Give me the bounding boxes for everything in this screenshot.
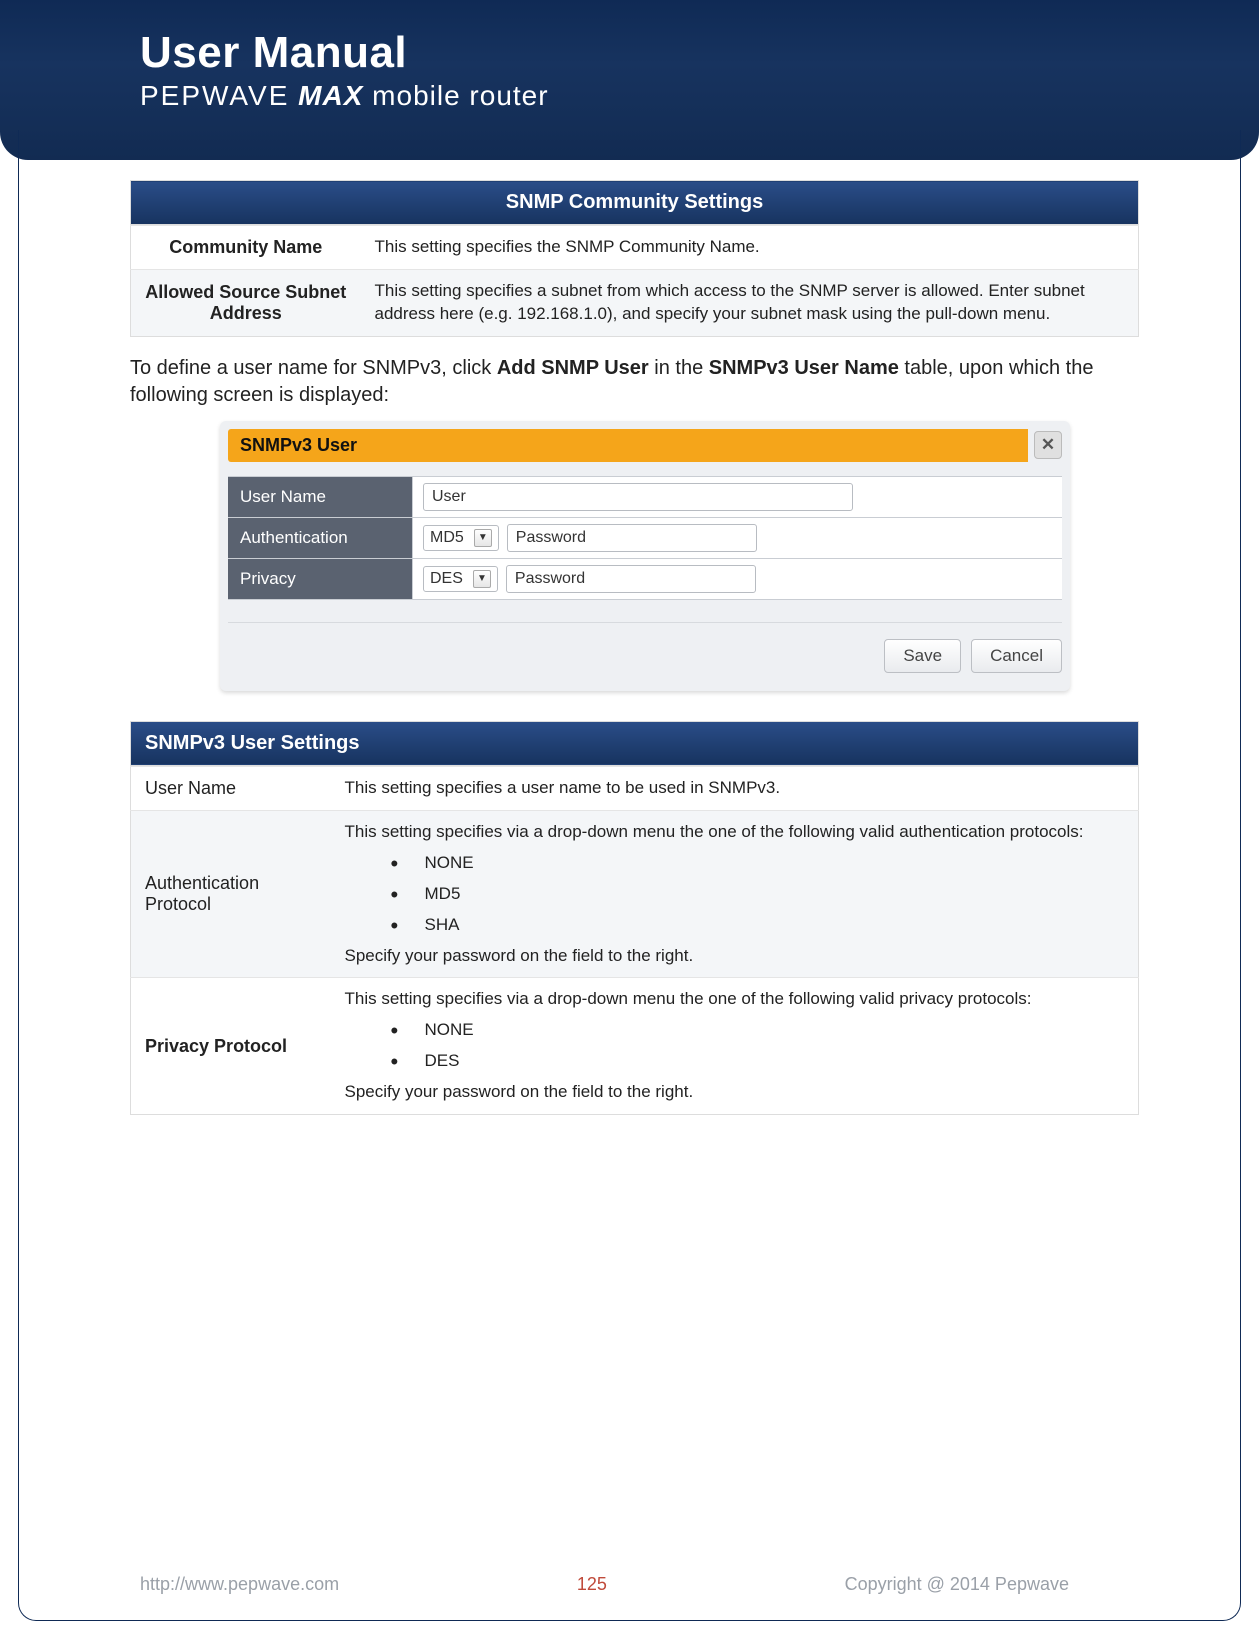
community-name-label: Community Name	[131, 226, 361, 270]
priv-protocol-outro: Specify your password on the field to th…	[345, 1081, 1125, 1104]
user-name-label: User Name	[131, 766, 331, 810]
username-input[interactable]: User	[423, 483, 853, 511]
para-bold-2: SNMPv3 User Name	[709, 357, 899, 379]
para-pre: To define a user name for SNMPv3, click	[130, 357, 497, 379]
auth-protocol-outro: Specify your password on the field to th…	[345, 945, 1125, 968]
priv-protocol-desc: This setting specifies via a drop-down m…	[331, 978, 1139, 1115]
auth-protocol-desc: This setting specifies via a drop-down m…	[331, 810, 1139, 978]
page-footer: http://www.pepwave.com 125 Copyright @ 2…	[0, 1574, 1259, 1595]
footer-url: http://www.pepwave.com	[140, 1574, 339, 1595]
list-item: MD5	[391, 879, 1125, 910]
chevron-down-icon: ▼	[473, 570, 491, 588]
close-icon[interactable]: ✕	[1034, 431, 1062, 459]
snmpv3-user-settings-table: SNMPv3 User Settings	[130, 721, 1139, 766]
footer-copyright: Copyright @ 2014 Pepwave	[845, 1574, 1069, 1595]
model-name: MAX	[298, 80, 363, 111]
save-button[interactable]: Save	[884, 639, 961, 673]
para-bold-1: Add SNMP User	[497, 357, 649, 379]
list-item: NONE	[391, 1015, 1125, 1046]
doc-header: User Manual PEPWAVE MAX mobile router	[0, 0, 1259, 160]
priv-protocol-intro: This setting specifies via a drop-down m…	[345, 988, 1125, 1011]
doc-subtitle: PEPWAVE MAX mobile router	[140, 80, 1259, 112]
list-item: SHA	[391, 910, 1125, 941]
priv-row-label: Privacy	[228, 559, 413, 599]
snmpv3-user-settings-body: User Name This setting specifies a user …	[130, 766, 1139, 1115]
priv-select[interactable]: DES ▼	[423, 566, 498, 592]
username-row-label: User Name	[228, 477, 413, 517]
auth-password-input[interactable]: Password	[507, 524, 757, 552]
community-name-desc: This setting specifies the SNMP Communit…	[361, 226, 1139, 270]
community-table-title: SNMP Community Settings	[131, 181, 1139, 225]
allowed-source-desc: This setting specifies a subnet from whi…	[361, 269, 1139, 336]
allowed-source-label: Allowed Source Subnet Address	[131, 269, 361, 336]
chevron-down-icon: ▼	[474, 529, 492, 547]
brand-name: PEPWAVE	[140, 80, 289, 111]
snmp-community-settings-table: SNMP Community Settings	[130, 180, 1139, 225]
user-name-desc: This setting specifies a user name to be…	[331, 766, 1139, 810]
doc-title: User Manual	[140, 28, 1259, 78]
footer-page: 125	[577, 1574, 607, 1595]
dialog-title: SNMPv3 User	[228, 429, 1028, 462]
auth-protocol-intro: This setting specifies via a drop-down m…	[345, 821, 1125, 844]
list-item: DES	[391, 1046, 1125, 1077]
cancel-button[interactable]: Cancel	[971, 639, 1062, 673]
priv-protocol-options: NONE DES	[345, 1011, 1125, 1081]
add-snmp-user-paragraph: To define a user name for SNMPv3, click …	[130, 355, 1139, 409]
auth-select[interactable]: MD5 ▼	[423, 525, 499, 551]
list-item: NONE	[391, 848, 1125, 879]
para-mid: in the	[649, 357, 709, 379]
user-settings-title: SNMPv3 User Settings	[131, 721, 1139, 765]
auth-protocol-options: NONE MD5 SHA	[345, 844, 1125, 945]
auth-select-value: MD5	[430, 529, 464, 547]
snmpv3-user-dialog: SNMPv3 User ✕ User Name User Authenticat…	[220, 421, 1070, 691]
priv-select-value: DES	[430, 570, 463, 588]
priv-protocol-label: Privacy Protocol	[131, 978, 331, 1115]
auth-row-label: Authentication	[228, 518, 413, 558]
snmp-community-settings-body: Community Name This setting specifies th…	[130, 225, 1139, 337]
product-name: mobile router	[372, 80, 548, 111]
priv-password-input[interactable]: Password	[506, 565, 756, 593]
auth-protocol-label: Authentication Protocol	[131, 810, 331, 978]
page-content: SNMP Community Settings Community Name T…	[0, 160, 1259, 1115]
